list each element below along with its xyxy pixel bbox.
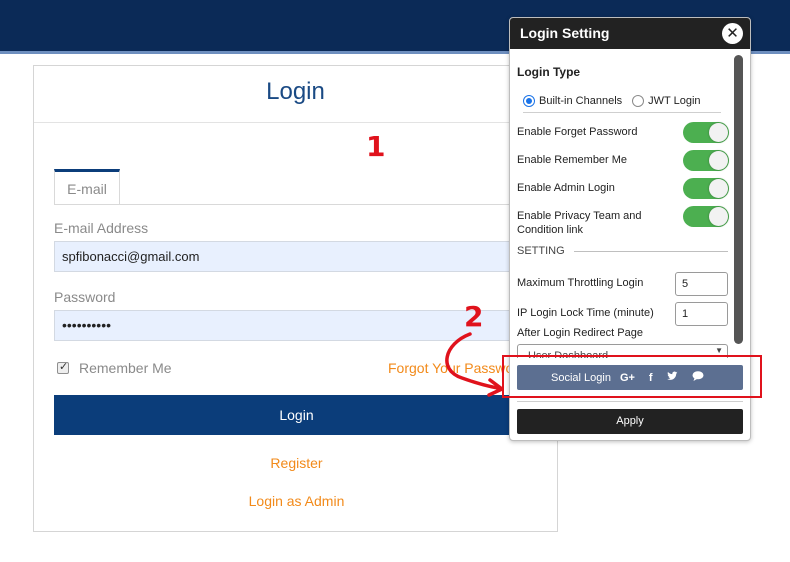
radio-divider [523, 112, 721, 113]
redirect-label: After Login Redirect Page [517, 327, 643, 339]
annotation-highlight-box [502, 355, 762, 398]
lock-time-label: IP Login Lock Time (minute) [517, 307, 654, 319]
toggle-row-remember-me: Enable Remember Me [517, 150, 729, 171]
tab-email[interactable]: E-mail [54, 169, 120, 205]
password-label: Password [54, 289, 116, 305]
toggle-admin-login[interactable] [683, 178, 729, 199]
throttle-label: Maximum Throttling Login [517, 277, 644, 289]
radio-jwt-label: JWT Login [648, 95, 701, 107]
radio-builtin-label: Built-in Channels [539, 95, 623, 107]
lock-time-input[interactable]: 1 [675, 302, 728, 326]
setting-divider [574, 251, 728, 252]
annotation-number-1: 1 [366, 130, 386, 163]
toggle-label-remember-me: Enable Remember Me [517, 154, 628, 166]
toggle-label-privacy: Enable Privacy Team and Condition link [517, 210, 642, 236]
toggle-remember-me[interactable] [683, 150, 729, 171]
toggle-row-privacy: Enable Privacy Team and Condition link [517, 206, 729, 237]
remember-me-label: Remember Me [79, 360, 172, 376]
remember-me-checkbox[interactable] [57, 360, 69, 374]
login-title: Login [34, 66, 557, 123]
toggle-forget-password[interactable] [683, 122, 729, 143]
email-label: E-mail Address [54, 220, 149, 236]
apply-divider [517, 401, 743, 402]
setting-section-title: SETTING [517, 245, 565, 257]
register-link[interactable]: Register [34, 455, 559, 471]
panel-header: Login Setting ✕ [510, 18, 750, 49]
throttle-input[interactable]: 5 [675, 272, 728, 296]
login-type-radios: Built-in Channels JWT Login [523, 95, 701, 107]
radio-builtin-channels[interactable] [523, 95, 535, 107]
annotation-arrow [445, 332, 504, 397]
tab-divider [54, 204, 539, 205]
annotation-number-2: 2 [464, 300, 484, 333]
toggle-row-forget-password: Enable Forget Password [517, 122, 729, 143]
toggle-privacy[interactable] [683, 206, 729, 227]
toggle-row-admin-login: Enable Admin Login [517, 178, 729, 199]
remember-me-row[interactable]: Remember Me [57, 360, 172, 376]
login-card: Login E-mail E-mail Address spfibonacci@… [33, 65, 558, 532]
toggle-label-admin-login: Enable Admin Login [517, 182, 615, 194]
login-as-admin-link[interactable]: Login as Admin [34, 493, 559, 509]
email-field[interactable]: spfibonacci@gmail.com [54, 241, 539, 272]
login-button[interactable]: Login [54, 395, 539, 435]
apply-button[interactable]: Apply [517, 409, 743, 434]
panel-title: Login Setting [520, 25, 610, 41]
toggle-label-forget-password: Enable Forget Password [517, 126, 638, 138]
radio-jwt-login[interactable] [632, 95, 645, 107]
login-type-title: Login Type [517, 65, 581, 79]
close-icon[interactable]: ✕ [722, 23, 743, 44]
panel-scrollbar[interactable] [734, 55, 743, 344]
